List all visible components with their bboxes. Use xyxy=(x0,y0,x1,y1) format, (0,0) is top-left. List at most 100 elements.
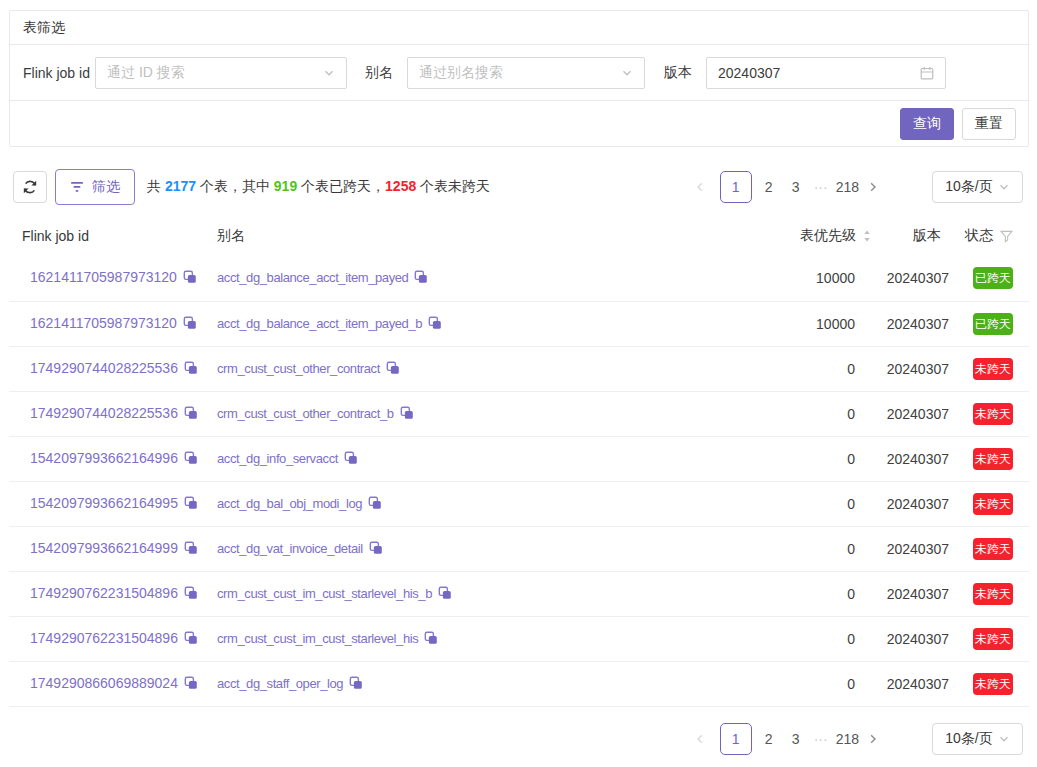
version-cell: 20240307 xyxy=(871,661,957,706)
priority-cell: 0 xyxy=(639,526,871,571)
table-row: 1749290762231504896 crm_cust_cust_im_cus… xyxy=(9,616,1029,661)
pagination-prev[interactable] xyxy=(693,723,707,755)
pagination-bottom: 123 ··· 218 10条/页 xyxy=(693,723,1029,755)
version-cell: 20240307 xyxy=(871,481,957,526)
alias-link[interactable]: crm_cust_cust_other_contract xyxy=(217,361,380,376)
status-badge: 未跨天 xyxy=(973,403,1013,425)
pagination-next[interactable] xyxy=(866,171,880,203)
pagination-page-2[interactable]: 2 xyxy=(760,171,778,203)
reset-button[interactable]: 重置 xyxy=(962,108,1016,140)
priority-cell: 0 xyxy=(639,346,871,391)
col-priority[interactable]: 表优先级 xyxy=(639,216,871,256)
copy-icon[interactable] xyxy=(414,270,428,287)
copy-icon[interactable] xyxy=(184,496,198,513)
status-badge: 未跨天 xyxy=(973,673,1013,695)
pagination-page-3[interactable]: 3 xyxy=(787,723,805,755)
alias-link[interactable]: acct_dg_balance_acct_item_payed xyxy=(217,270,408,285)
copy-icon[interactable] xyxy=(184,541,198,558)
pagination-ellipsis[interactable]: ··· xyxy=(812,723,830,755)
flink-job-id-link[interactable]: 1749290744028225536 xyxy=(30,360,178,376)
pagination-page-1[interactable]: 1 xyxy=(720,171,752,203)
flink-job-id-label: Flink job id xyxy=(23,65,95,81)
alias-link[interactable]: acct_dg_vat_invoice_detail xyxy=(217,541,363,556)
copy-icon[interactable] xyxy=(369,541,383,558)
version-cell: 20240307 xyxy=(871,346,957,391)
priority-cell: 0 xyxy=(639,661,871,706)
copy-icon[interactable] xyxy=(368,496,382,513)
filter-button[interactable]: 筛选 xyxy=(55,169,135,205)
version-date-input[interactable]: 20240307 xyxy=(706,57,946,89)
flink-job-id-link[interactable]: 1749290866069889024 xyxy=(30,675,178,691)
filter-panel-title: 表筛选 xyxy=(10,11,1028,45)
copy-icon[interactable] xyxy=(386,361,400,378)
priority-cell: 0 xyxy=(639,481,871,526)
pagination-ellipsis[interactable]: ··· xyxy=(812,171,830,203)
filter-icon xyxy=(70,181,84,193)
alias-select[interactable]: 通过别名搜索 xyxy=(407,57,645,89)
col-version: 版本 xyxy=(871,216,957,256)
pagination-prev[interactable] xyxy=(693,171,707,203)
copy-icon[interactable] xyxy=(438,586,452,603)
priority-cell: 0 xyxy=(639,391,871,436)
version-date-value: 20240307 xyxy=(718,65,920,81)
col-status[interactable]: 状态 xyxy=(957,216,1029,256)
table-row: 1542097993662164995 acct_dg_bal_obj_modi… xyxy=(9,481,1029,526)
filter-funnel-icon[interactable] xyxy=(1000,230,1013,243)
table-row: 1621411705987973120 acct_dg_balance_acct… xyxy=(9,256,1029,301)
page-size-select[interactable]: 10条/页 xyxy=(932,171,1023,203)
page-size-select[interactable]: 10条/页 xyxy=(932,723,1023,755)
table-row: 1749290762231504896 crm_cust_cust_im_cus… xyxy=(9,571,1029,616)
pagination-page-218[interactable]: 218 xyxy=(836,723,859,755)
alias-link[interactable]: acct_dg_staff_oper_log xyxy=(217,676,343,691)
flink-job-id-link[interactable]: 1542097993662164995 xyxy=(30,495,178,511)
alias-link[interactable]: crm_cust_cust_other_contract_b xyxy=(217,406,394,421)
status-badge: 未跨天 xyxy=(973,358,1013,380)
pagination-next[interactable] xyxy=(866,723,880,755)
alias-link[interactable]: acct_dg_balance_acct_item_payed_b xyxy=(217,316,422,331)
copy-icon[interactable] xyxy=(400,406,414,423)
alias-link[interactable]: crm_cust_cust_im_cust_starlevel_his xyxy=(217,631,418,646)
status-badge: 未跨天 xyxy=(973,538,1013,560)
alias-link[interactable]: crm_cust_cust_im_cust_starlevel_his_b xyxy=(217,586,432,601)
summary-text: 共 2177 个表，其中 919 个表已跨天，1258 个表未跨天 xyxy=(147,178,490,196)
version-label: 版本 xyxy=(664,64,692,82)
alias-link[interactable]: acct_dg_info_servacct xyxy=(217,451,338,466)
flink-job-id-link[interactable]: 1621411705987973120 xyxy=(30,269,177,285)
pagination-page-1[interactable]: 1 xyxy=(720,723,752,755)
copy-icon[interactable] xyxy=(184,676,198,693)
filter-button-label: 筛选 xyxy=(92,178,120,196)
flink-job-id-link[interactable]: 1749290744028225536 xyxy=(30,405,178,421)
copy-icon[interactable] xyxy=(349,676,363,693)
pagination-page-218[interactable]: 218 xyxy=(836,171,859,203)
copy-icon[interactable] xyxy=(183,270,197,287)
copy-icon[interactable] xyxy=(183,316,197,333)
copy-icon[interactable] xyxy=(184,361,198,378)
copy-icon[interactable] xyxy=(184,451,198,468)
flink-job-id-link[interactable]: 1749290762231504896 xyxy=(30,585,178,601)
copy-icon[interactable] xyxy=(184,586,198,603)
version-cell: 20240307 xyxy=(871,526,957,571)
pagination-page-2[interactable]: 2 xyxy=(760,723,778,755)
copy-icon[interactable] xyxy=(428,316,442,333)
flink-job-id-link[interactable]: 1542097993662164999 xyxy=(30,540,178,556)
copy-icon[interactable] xyxy=(424,631,438,648)
version-cell: 20240307 xyxy=(871,256,957,301)
status-badge: 未跨天 xyxy=(973,583,1013,605)
pagination-page-3[interactable]: 3 xyxy=(787,171,805,203)
flink-job-id-link[interactable]: 1621411705987973120 xyxy=(30,315,177,331)
copy-icon[interactable] xyxy=(184,631,198,648)
alias-placeholder: 通过别名搜索 xyxy=(419,64,621,82)
tables-table: Flink job id 别名 表优先级 版本 状态 1621411705987… xyxy=(9,216,1029,707)
alias-link[interactable]: acct_dg_bal_obj_modi_log xyxy=(217,496,362,511)
refresh-button[interactable] xyxy=(13,171,47,203)
copy-icon[interactable] xyxy=(344,451,358,468)
query-button[interactable]: 查询 xyxy=(900,108,954,140)
table-header-row: Flink job id 别名 表优先级 版本 状态 xyxy=(9,216,1029,256)
page-size-label: 10条/页 xyxy=(945,730,992,748)
filter-panel: 表筛选 Flink job id 通过 ID 搜索 别名 通过别名搜索 版本 2… xyxy=(9,10,1029,147)
flink-job-id-link[interactable]: 1749290762231504896 xyxy=(30,630,178,646)
flink-job-id-link[interactable]: 1542097993662164996 xyxy=(30,450,178,466)
copy-icon[interactable] xyxy=(184,406,198,423)
flink-job-id-select[interactable]: 通过 ID 搜索 xyxy=(95,57,347,89)
toolbar: 筛选 共 2177 个表，其中 919 个表已跨天，1258 个表未跨天 123… xyxy=(9,169,1029,205)
